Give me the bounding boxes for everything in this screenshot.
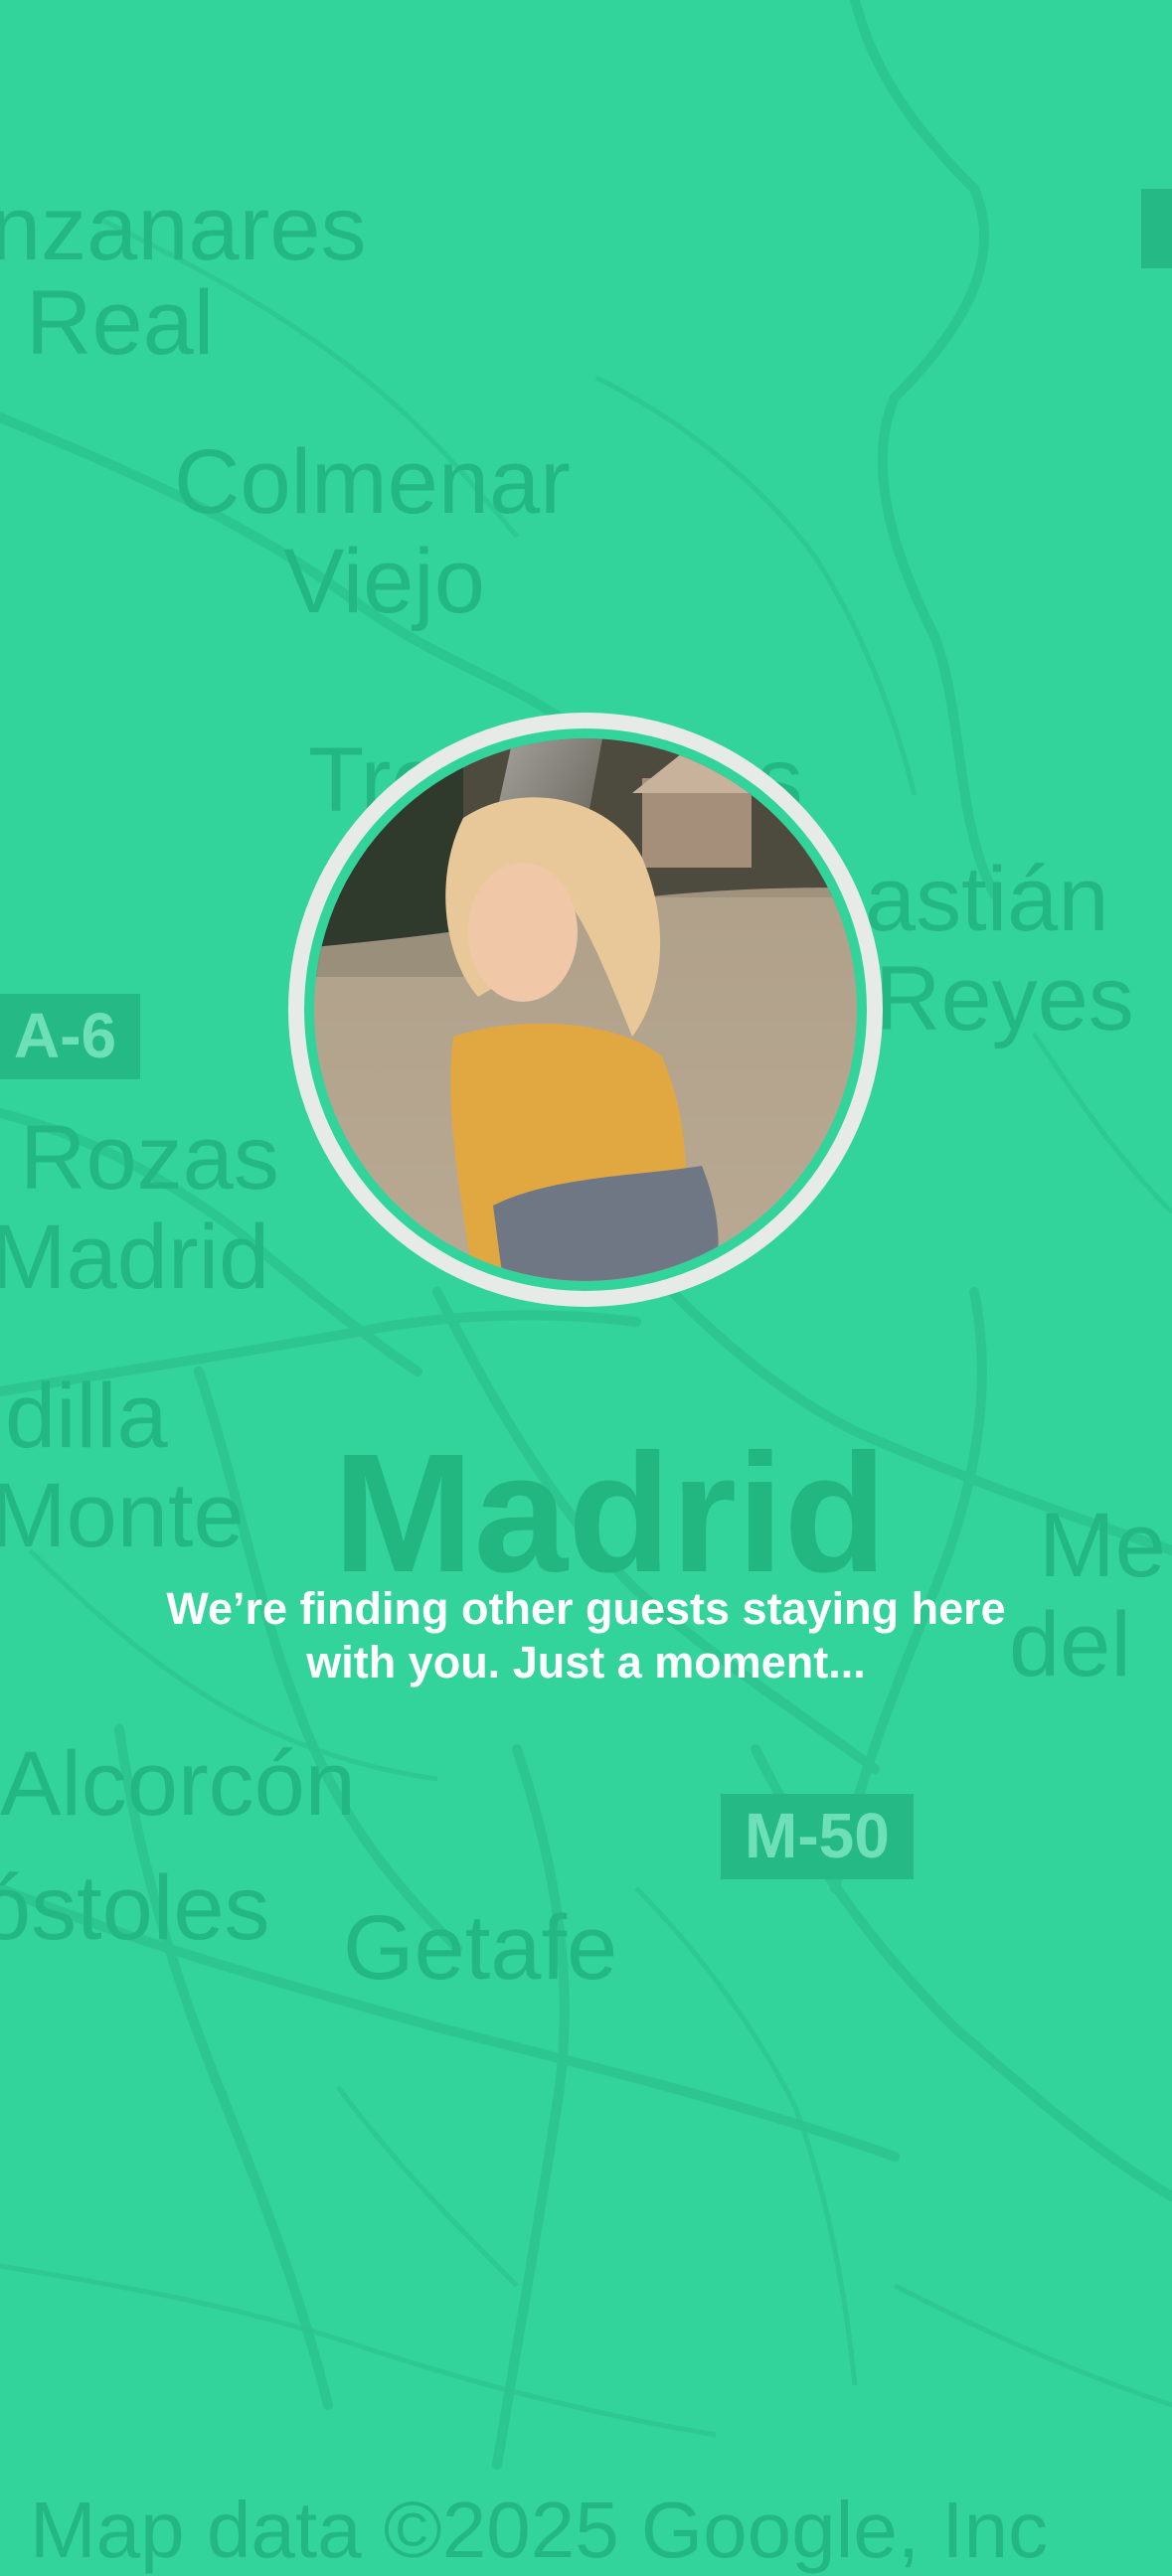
map-label: Rozas [20,1107,279,1208]
loading-message-line1: We’re finding other guests staying here [166,1583,1006,1634]
loading-message-line2: with you. Just a moment... [306,1637,866,1688]
map-label: nzanares [0,178,367,279]
road-shield-m50: M-50 [721,1794,914,1879]
avatar-border [304,728,867,1291]
map-label: óstoles [0,1857,270,1959]
avatar [288,713,883,1307]
map-label: Viejo [283,531,485,632]
road-shield [1141,189,1172,268]
map-attribution: Map data ©2025 Google, Inc [30,2486,1049,2574]
map-label: l Real [0,272,215,374]
map-label: Reyes [875,948,1134,1049]
map-label: astián [865,849,1109,950]
loading-message: We’re finding other guests staying here … [89,1582,1083,1690]
map-label: Colmenar [174,431,571,533]
map-label: Madrid [0,1207,270,1308]
map-label: Getafe [343,1897,618,1999]
road-shield-a6: A-6 [0,994,141,1079]
map-label: Alcorcón [0,1733,356,1835]
map-label: dilla [5,1366,168,1467]
map-label: Monte [0,1465,245,1566]
map-label: Me [1039,1495,1166,1596]
profile-photo-illustration [314,738,857,1281]
map-label-madrid: Madrid [333,1419,888,1608]
profile-photo-icon [314,738,857,1281]
